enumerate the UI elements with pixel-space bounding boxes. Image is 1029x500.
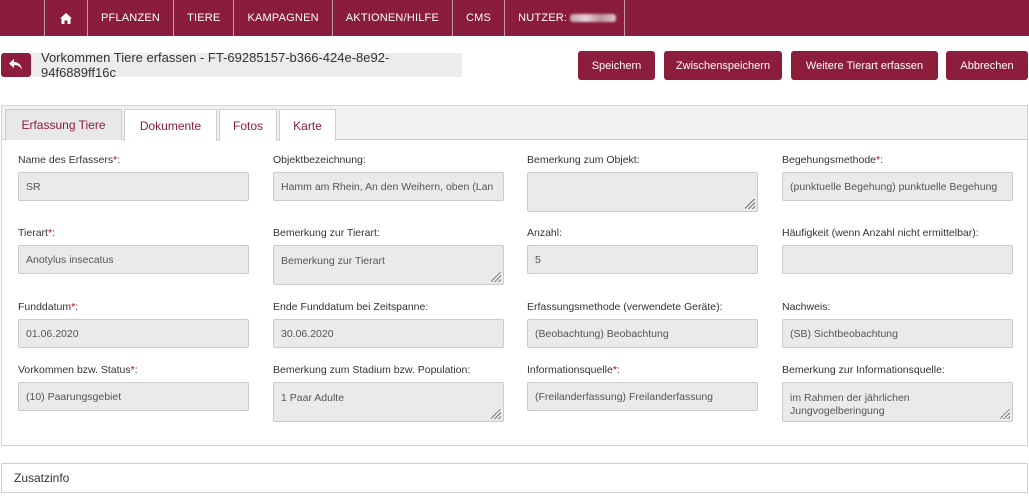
status-select[interactable]: (10) Paarungsgebiet: [18, 382, 249, 411]
resize-grip-icon[interactable]: [745, 199, 755, 209]
back-arrow-icon: [9, 59, 22, 70]
tab-fotos[interactable]: Fotos: [219, 109, 277, 141]
nav-pflanzen[interactable]: PFLANZEN: [88, 0, 175, 36]
nav-user-label: NUTZER:: [518, 12, 568, 24]
page-title: Vorkommen Tiere erfassen - FT-69285157-b…: [31, 50, 462, 80]
zusatzinfo-section[interactable]: Zusatzinfo: [1, 463, 1028, 493]
nav-tiere[interactable]: TIERE: [174, 0, 235, 36]
label-objektbezeichnung: Objektbezeichnung:: [273, 154, 366, 166]
cancel-button[interactable]: Abbrechen: [946, 51, 1028, 80]
label-status: Vorkommen bzw. Status*:: [18, 364, 138, 376]
bemerkung-info-textarea[interactable]: im Rahmen der jährlichen Jungvogelbering…: [782, 382, 1013, 422]
erfassungsmethode-select[interactable]: (Beobachtung) Beobachtung: [527, 319, 758, 348]
home-icon: [60, 12, 72, 24]
nav-menu: PFLANZEN TIERE KAMPAGNEN AKTIONEN/HILFE …: [44, 0, 626, 36]
label-nachweis: Nachweis:: [782, 301, 831, 313]
bemerkung-tierart-textarea[interactable]: Bemerkung zur Tierart: [273, 245, 504, 285]
bemerkung-tierart-text: Bemerkung zur Tierart: [281, 255, 385, 267]
name-erfasser-field[interactable]: SR: [18, 172, 249, 201]
label-bemerkung-stadium: Bemerkung zum Stadium bzw. Population:: [273, 364, 471, 376]
label-haeufigkeit: Häufigkeit (wenn Anzahl nicht ermittelba…: [782, 227, 979, 239]
nachweis-select[interactable]: (SB) Sichtbeobachtung: [782, 319, 1013, 348]
resize-grip-icon[interactable]: [491, 272, 501, 282]
tab-karte[interactable]: Karte: [279, 109, 336, 141]
anzahl-field[interactable]: 5: [527, 245, 758, 274]
back-button[interactable]: [1, 53, 31, 77]
save-button[interactable]: Speichern: [578, 51, 655, 80]
zusatzinfo-label: Zusatzinfo: [14, 471, 70, 485]
tab-bar: Erfassung Tiere Dokumente Fotos Karte: [2, 106, 1027, 141]
label-name-erfasser: Name des Erfassers*:: [18, 154, 121, 166]
nav-aktionen-hilfe[interactable]: AKTIONEN/HILFE: [333, 0, 454, 36]
funddatum-field[interactable]: 01.06.2020: [18, 319, 249, 348]
ende-funddatum-field[interactable]: 30.06.2020: [273, 319, 504, 348]
bemerkung-stadium-text: 1 Paar Adulte: [281, 392, 345, 404]
tab-dokumente[interactable]: Dokumente: [124, 109, 217, 141]
informationsquelle-select[interactable]: (Freilanderfassung) Freilanderfassung: [527, 382, 758, 411]
label-begehungsmethode: Begehungsmethode*:: [782, 154, 884, 166]
form-panel: Erfassung Tiere Dokumente Fotos Karte Na…: [1, 105, 1028, 446]
top-navigation: PFLANZEN TIERE KAMPAGNEN AKTIONEN/HILFE …: [0, 0, 1029, 36]
haeufigkeit-field[interactable]: [782, 245, 1013, 274]
begehungsmethode-select[interactable]: (punktuelle Begehung) punktuelle Begehun…: [782, 172, 1013, 201]
label-erfassungsmethode: Erfassungsmethode (verwendete Geräte):: [527, 301, 723, 313]
blurred-username: [570, 14, 617, 22]
label-bemerkung-info: Bemerkung zur Informationsquelle:: [782, 364, 945, 376]
bemerkung-info-text: im Rahmen der jährlichen Jungvogelbering…: [790, 392, 910, 417]
nav-kampagnen[interactable]: KAMPAGNEN: [234, 0, 333, 36]
label-tierart: Tierart*:: [18, 227, 55, 239]
add-species-button[interactable]: Weitere Tierart erfassen: [791, 51, 938, 80]
label-funddatum: Funddatum*:: [18, 301, 79, 313]
bemerkung-stadium-textarea[interactable]: 1 Paar Adulte: [273, 382, 504, 422]
label-ende-funddatum: Ende Funddatum bei Zeitspanne:: [273, 301, 429, 313]
tierart-field[interactable]: Anotylus insecatus: [18, 245, 249, 274]
intermediate-save-button[interactable]: Zwischenspeichern: [664, 51, 782, 80]
nav-home[interactable]: [45, 0, 88, 36]
label-informationsquelle: Informationsquelle*:: [527, 364, 620, 376]
objektbezeichnung-field[interactable]: Hamm am Rhein, An den Weihern, oben (Lan: [273, 172, 504, 201]
label-anzahl: Anzahl:: [527, 227, 563, 239]
bemerkung-objekt-textarea[interactable]: [527, 172, 758, 212]
label-bemerkung-objekt: Bemerkung zum Objekt:: [527, 154, 640, 166]
label-bemerkung-tierart: Bemerkung zur Tierart:: [273, 227, 380, 239]
tab-erfassung-tiere[interactable]: Erfassung Tiere: [5, 109, 122, 140]
nav-cms[interactable]: CMS: [453, 0, 506, 36]
resize-grip-icon[interactable]: [1000, 409, 1010, 419]
nav-user[interactable]: NUTZER:: [505, 0, 626, 36]
resize-grip-icon[interactable]: [491, 409, 501, 419]
